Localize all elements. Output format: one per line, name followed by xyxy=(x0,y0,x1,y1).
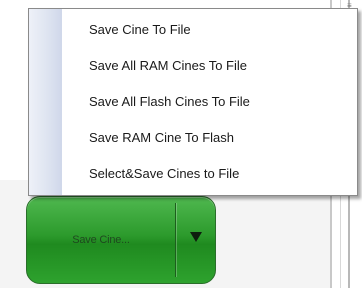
save-cine-button-label: Save Cine... xyxy=(72,234,130,246)
triangle-down-icon xyxy=(190,232,202,242)
application-window: ≡ Save Cine To File Save All RAM Cines T… xyxy=(0,0,362,288)
menu-item-save-cine-to-file[interactable]: Save Cine To File xyxy=(62,13,356,46)
save-cine-dropdown-menu: Save Cine To File Save All RAM Cines To … xyxy=(28,8,358,196)
save-cine-dropdown-toggle[interactable] xyxy=(176,197,216,283)
menu-item-save-all-ram-cines-to-file[interactable]: Save All RAM Cines To File xyxy=(62,49,356,82)
menu-icon-gutter xyxy=(29,9,62,195)
save-cine-button[interactable]: Save Cine... xyxy=(27,197,175,283)
menu-item-save-ram-cine-to-flash[interactable]: Save RAM Cine To Flash xyxy=(62,121,356,154)
save-cine-split-button: Save Cine... xyxy=(26,196,216,284)
menu-item-select-and-save-cines-to-file[interactable]: Select&Save Cines to File xyxy=(62,157,356,190)
menu-item-save-all-flash-cines-to-file[interactable]: Save All Flash Cines To File xyxy=(62,85,356,118)
